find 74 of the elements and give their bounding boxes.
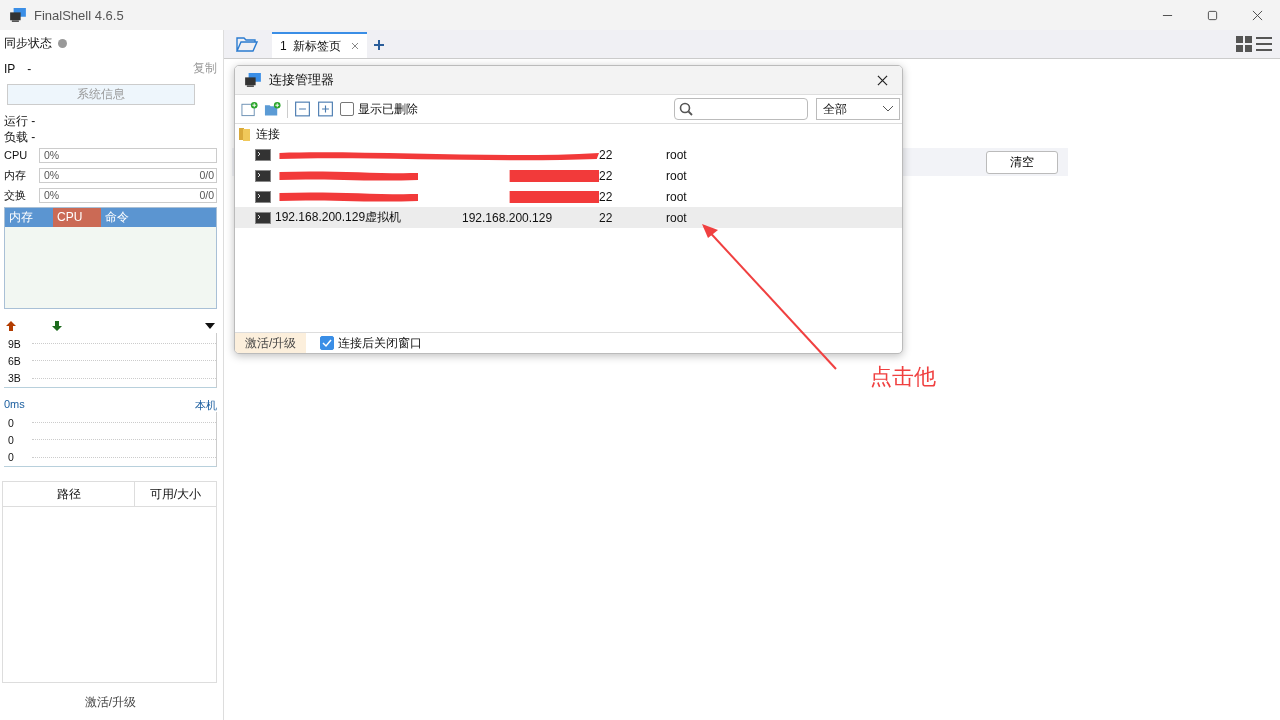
folder-icon (239, 127, 251, 141)
meter-label: CPU (4, 149, 29, 161)
port-cell-text: 22 (599, 147, 614, 162)
port-cell-text: 22 (599, 210, 614, 225)
user-cell-text: root (666, 168, 688, 183)
checkbox[interactable] (340, 102, 354, 116)
folder-icon[interactable] (236, 36, 258, 52)
status-dot-icon (58, 39, 67, 48)
meter-bar: 0% (39, 147, 217, 163)
user-cell-text: root (666, 189, 688, 204)
chevron-down-icon (883, 106, 893, 112)
checkbox-label[interactable]: 连接后关闭窗口 (338, 334, 423, 352)
ping-target: 本机 (195, 398, 217, 412)
column-header[interactable]: 路径 (3, 482, 135, 506)
terminal-icon (255, 190, 271, 203)
add-tab-icon[interactable] (372, 39, 385, 51)
connection-host: 192.168.200.129 (462, 210, 554, 225)
user-cell-text: root (666, 147, 688, 162)
meter-bar: 0% 0/0 (39, 187, 217, 203)
maximize-icon[interactable] (1207, 9, 1218, 21)
axis-tick: 0 (8, 434, 15, 446)
axis-tick: 3B (8, 372, 22, 385)
search-icon (679, 102, 693, 116)
connection-row[interactable]: 22 root (235, 144, 902, 165)
column-header[interactable]: 可用/大小 (135, 482, 216, 506)
annotation-text: 点击他 (870, 363, 936, 391)
menu-icon[interactable] (1256, 36, 1272, 52)
meter-label: 内存 (4, 167, 27, 183)
terminal-app-icon (10, 8, 26, 22)
axis-tick: 9B (8, 337, 22, 350)
terminal-icon (255, 211, 271, 224)
user-cell-text: root (666, 210, 688, 225)
sync-status-label: 同步状态 (4, 35, 52, 52)
activate-button[interactable]: 激活/升级 (235, 333, 307, 353)
port-cell-text: 22 (599, 168, 614, 183)
axis-tick: 0 (8, 416, 15, 429)
connection-name: 192.168.200.129虚拟机 (275, 209, 403, 226)
meter-bar: 0% 0/0 (39, 167, 217, 183)
folder-label[interactable]: 连接 (256, 125, 280, 143)
connection-row[interactable]: 22 root (235, 186, 902, 207)
dialog-title: 连接管理器 (269, 71, 334, 89)
checkbox-label[interactable]: 显示已删除 (358, 100, 418, 118)
collapse-icon[interactable] (294, 101, 311, 117)
filter-dropdown[interactable]: 全部 (816, 98, 900, 120)
activate-link[interactable]: 激活/升级 (84, 695, 137, 709)
download-arrow-icon (52, 321, 62, 331)
ip-value: - (27, 61, 32, 76)
window-title: FinalShell 4.6.5 (34, 7, 124, 23)
clear-button[interactable]: 清空 (986, 150, 1058, 174)
new-file-icon[interactable] (241, 101, 258, 117)
close-icon[interactable] (877, 74, 888, 86)
connection-row[interactable]: 192.168.200.129虚拟机 192.168.200.129 22 root (235, 207, 902, 228)
checkbox[interactable] (320, 336, 335, 350)
terminal-icon (255, 169, 271, 182)
port-cell-text: 22 (599, 189, 614, 204)
ip-label: IP (4, 61, 16, 76)
terminal-app-icon (245, 73, 261, 87)
connection-row[interactable]: 22 root (235, 165, 902, 186)
search-field[interactable] (674, 98, 808, 120)
ping-reading: 0ms (4, 398, 25, 412)
upload-arrow-icon (6, 321, 16, 331)
process-tab[interactable]: CPU (53, 208, 101, 227)
expand-icon[interactable] (317, 101, 334, 117)
session-tab[interactable]: 1 新标签页 (272, 32, 367, 58)
axis-tick: 0 (8, 451, 15, 464)
load-label: 负载 - (4, 129, 37, 145)
grid-icon[interactable] (1236, 36, 1252, 52)
new-folder-icon[interactable] (264, 101, 281, 117)
dropdown-caret-icon[interactable] (205, 321, 215, 331)
meter-label: 交换 (4, 187, 27, 203)
terminal-icon (255, 148, 271, 161)
axis-tick: 6B (8, 355, 22, 367)
uptime-label: 运行 - (4, 113, 37, 129)
close-icon[interactable] (1252, 9, 1263, 21)
